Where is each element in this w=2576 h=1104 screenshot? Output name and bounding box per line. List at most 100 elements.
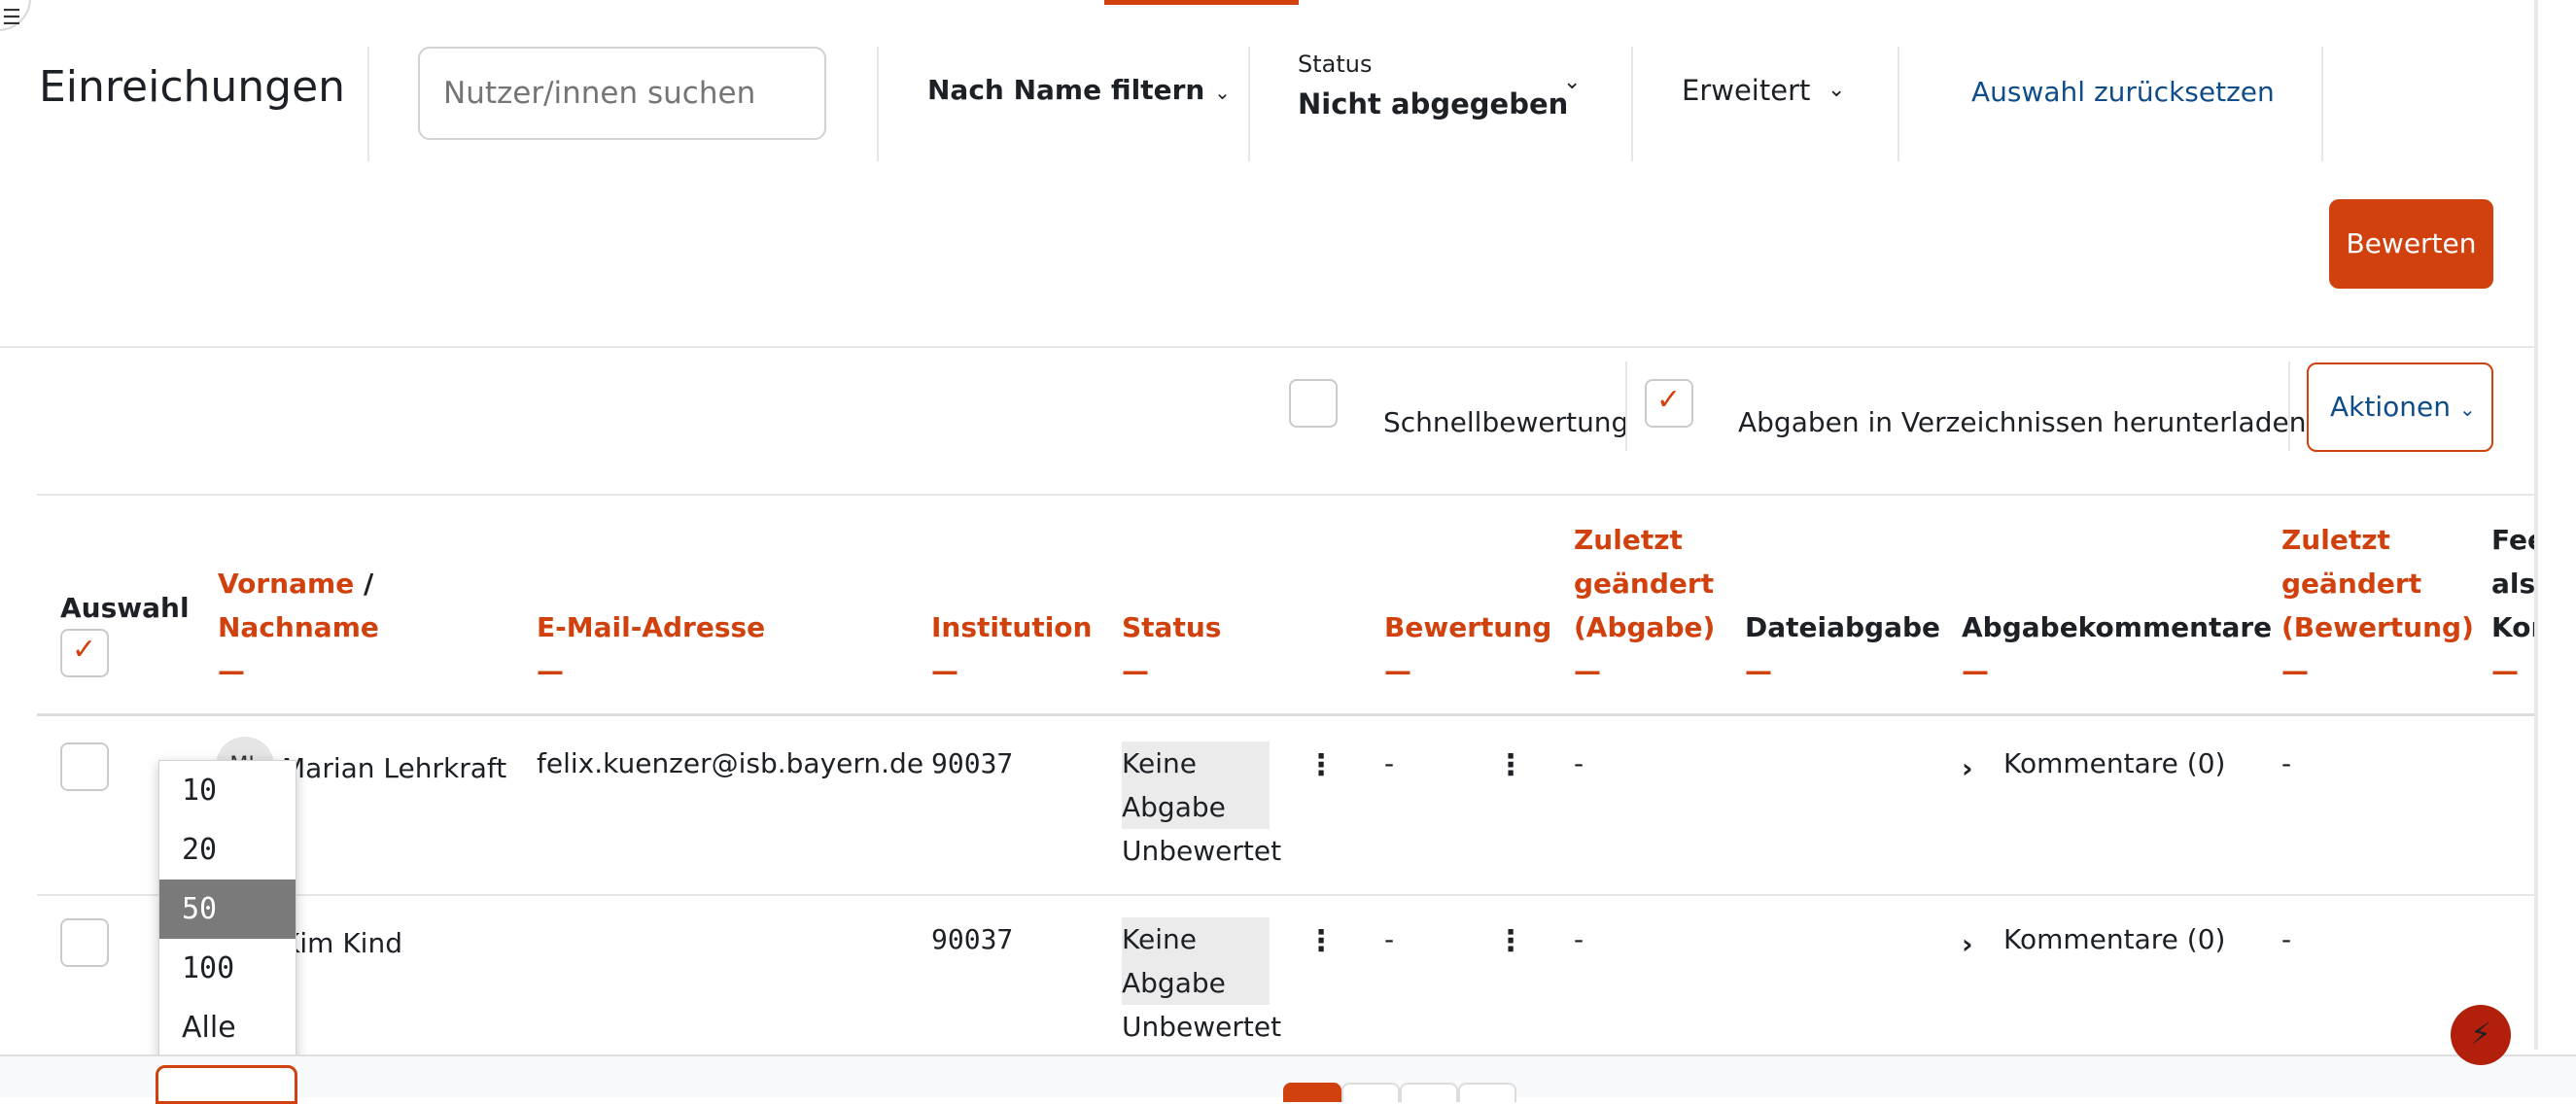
chevron-down-icon[interactable]: ⌄ [1563, 70, 1581, 94]
divider [1631, 47, 1633, 161]
active-tab-indicator [1104, 0, 1299, 5]
chevron-right-icon[interactable]: › [1962, 922, 1973, 966]
header-line: Komm [2491, 611, 2534, 643]
pagination-page-active[interactable] [1283, 1083, 1341, 1102]
file-submission-header-label: Dateiabgabe [1745, 611, 1941, 643]
download-folders-label: Abgaben in Verzeichnissen herunterladen [1738, 406, 2307, 438]
status-text: Keine Abgabe Unbewertet [1122, 917, 1281, 1049]
user-name-link[interactable]: Kim Kind [282, 921, 402, 965]
column-header-feedback: Feedb als Komm — [2491, 518, 2534, 693]
kebab-menu-icon[interactable]: ⋮ [1496, 924, 1525, 958]
divider [1897, 47, 1899, 161]
divider [1248, 47, 1250, 161]
per-page-option[interactable]: 100 [159, 939, 296, 998]
kebab-menu-icon[interactable]: ⋮ [1306, 748, 1336, 782]
drawer-toggle-button[interactable]: ☰ [0, 0, 31, 31]
per-page-select[interactable] [156, 1065, 297, 1104]
pagination-page[interactable] [1458, 1083, 1516, 1102]
chevron-right-icon[interactable]: › [1962, 746, 1973, 790]
divider [37, 894, 2534, 896]
page-scrollbar[interactable] [2534, 0, 2538, 1050]
divider [2321, 47, 2323, 161]
sort-indicator: — [1574, 655, 1601, 687]
sort-indicator: — [2491, 655, 2519, 687]
name-filter-label: Nach Name filtern [927, 74, 1205, 106]
status-line: Keine [1122, 747, 1197, 779]
column-header-email[interactable]: E-Mail-Adresse — [537, 605, 765, 693]
header-line: geändert [1574, 568, 1715, 600]
sort-indicator: — [218, 655, 245, 687]
advanced-filter-button[interactable]: Erweitert [1682, 74, 1810, 107]
grade-value: - [1384, 747, 1395, 779]
grade-header-label: Bewertung [1384, 611, 1552, 643]
kebab-menu-icon[interactable]: ⋮ [1496, 748, 1525, 782]
divider [367, 47, 369, 161]
sort-indicator: — [1384, 655, 1411, 687]
header-line: Feedb [2491, 524, 2534, 556]
actions-button[interactable]: Aktionen ⌄ [2307, 362, 2493, 452]
sort-firstname-link[interactable]: Vorname [218, 568, 354, 600]
lightning-icon[interactable]: ⚡ [2451, 1005, 2511, 1065]
header-line: Zuletzt [1574, 524, 1683, 556]
sort-indicator: — [931, 655, 958, 687]
grading-status: Unbewertet [1122, 835, 1282, 867]
comments-link[interactable]: Kommentare (0) [2003, 917, 2225, 961]
modified-grade-value: - [2281, 747, 2292, 779]
modified-submission-value: - [1574, 923, 1584, 955]
column-header-select: Auswahl [60, 592, 190, 624]
column-header-institution[interactable]: Institution — [931, 605, 1092, 693]
per-page-option-selected[interactable]: 50 [159, 880, 296, 939]
pagination-page[interactable] [1341, 1083, 1400, 1102]
sort-lastname-link[interactable]: Nachname [218, 611, 379, 643]
grade-button[interactable]: Bewerten [2329, 199, 2493, 289]
column-header-submission-comments: Abgabekommentare — [1962, 605, 2272, 693]
status-filter-label: Status [1298, 51, 1373, 78]
row-select-checkbox[interactable] [60, 918, 109, 967]
comments-header-label: Abgabekommentare [1962, 611, 2273, 643]
status-filter-value[interactable]: Nicht abgegeben [1298, 87, 1568, 121]
kebab-menu-icon[interactable]: ⋮ [1306, 924, 1336, 958]
column-header-modified-submission[interactable]: Zuletzt geändert (Abgabe) — [1574, 518, 1715, 693]
select-all-checkbox[interactable] [60, 629, 109, 677]
status-line: Abgabe [1122, 967, 1226, 999]
reset-selection-link[interactable]: Auswahl zurücksetzen [1971, 76, 2275, 108]
per-page-option[interactable]: 10 [159, 761, 296, 820]
pagination-page[interactable] [1400, 1083, 1458, 1102]
column-header-file-submission: Dateiabgabe — [1745, 605, 1940, 693]
comments-link[interactable]: Kommentare (0) [2003, 742, 2225, 785]
sort-indicator: — [1962, 655, 1989, 687]
header-line: (Abgabe) [1574, 611, 1716, 643]
user-name-link[interactable]: Marian Lehrkraft [282, 746, 506, 790]
row-select-checkbox[interactable] [60, 742, 109, 791]
download-folders-checkbox[interactable] [1645, 379, 1693, 428]
search-input[interactable] [418, 47, 826, 140]
chevron-down-icon: ⌄ [2458, 397, 2476, 421]
per-page-option[interactable]: 20 [159, 820, 296, 880]
actions-label: Aktionen [2330, 391, 2451, 423]
column-header-status[interactable]: Status — [1122, 605, 1221, 693]
header-line: als [2491, 568, 2534, 600]
divider [37, 494, 2534, 496]
institution-header-label: Institution [931, 611, 1093, 643]
sort-indicator: — [1122, 655, 1149, 687]
page-title: Einreichungen [39, 62, 346, 112]
name-filter-button[interactable]: Nach Name filtern ⌄ [927, 74, 1231, 106]
header-line: (Bewertung) [2281, 611, 2474, 643]
divider [0, 346, 2534, 348]
column-header-modified-grade[interactable]: Zuletzt geändert (Bewertung) — [2281, 518, 2474, 693]
email-header-label: E-Mail-Adresse [537, 611, 766, 643]
column-header-grade[interactable]: Bewertung — [1384, 605, 1551, 693]
grade-value: - [1384, 923, 1395, 955]
per-page-option[interactable]: Alle [159, 998, 296, 1057]
column-header-name: Vorname / Nachname — [218, 562, 379, 693]
modified-submission-value: - [1574, 747, 1584, 779]
header-line: Zuletzt [2281, 524, 2390, 556]
user-institution: 90037 [931, 747, 1014, 779]
header-line: geändert [2281, 568, 2422, 600]
chevron-down-icon[interactable]: ⌄ [1828, 78, 1845, 102]
status-text: Keine Abgabe Unbewertet [1122, 742, 1281, 873]
quickgrading-checkbox[interactable] [1289, 379, 1338, 428]
user-institution: 90037 [931, 923, 1014, 955]
chevron-down-icon: ⌄ [1214, 81, 1231, 104]
divider [2288, 362, 2290, 451]
